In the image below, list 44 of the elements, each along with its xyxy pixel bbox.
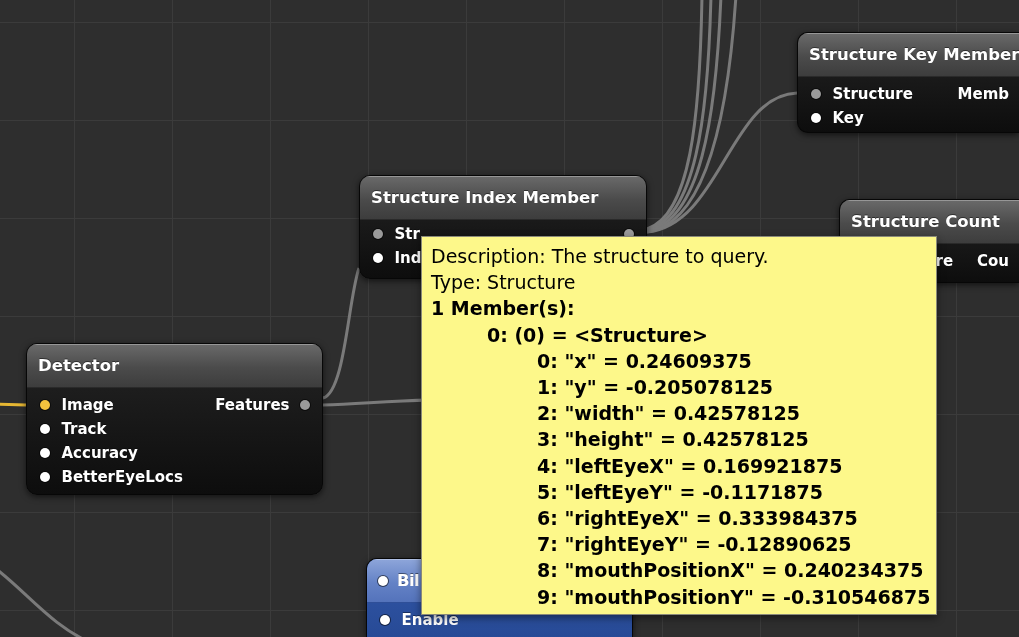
port-icon[interactable] (810, 113, 821, 123)
port-label: Track (61, 420, 107, 438)
port-label: Features (215, 396, 290, 414)
port-icon[interactable] (372, 253, 383, 263)
field-entry: 6: "rightEyeX" = 0.333984375 (537, 506, 858, 532)
field-entry: 7: "rightEyeY" = -0.12890625 (537, 532, 852, 558)
port-label: Image (61, 396, 114, 414)
port-label: Accuracy (61, 444, 138, 462)
port-label: Ind (394, 249, 422, 267)
field-entry: 4: "leftEyeX" = 0.169921875 (537, 453, 843, 479)
node-title: Structure Count (851, 212, 1000, 231)
port-icon[interactable] (810, 89, 821, 99)
port-icon[interactable] (299, 400, 310, 410)
field-entry: 3: "height" = 0.42578125 (537, 427, 809, 453)
port-label: Structure (832, 85, 913, 103)
node-title: Detector (38, 356, 120, 375)
port-icon[interactable] (39, 400, 50, 410)
node-title: Bil (397, 571, 420, 590)
connection-cable (0, 402, 27, 407)
port-label: BetterEyeLocs (61, 468, 183, 486)
member-entry: 0: (0) = <Structure> (487, 322, 708, 348)
field-entry: 9: "mouthPositionY" = -0.310546875 (537, 584, 931, 610)
members-heading: 1 Member(s): (431, 296, 575, 322)
port-label: Cou (977, 252, 1009, 270)
port-label: Memb (957, 85, 1009, 103)
node-title: Structure Key Member (809, 45, 1019, 64)
field-entry: 8: "mouthPositionX" = 0.240234375 (537, 558, 924, 584)
description-text: Description: The structure to query. (431, 244, 769, 269)
field-entry: 2: "width" = 0.42578125 (537, 401, 800, 427)
port-icon[interactable] (379, 615, 390, 625)
field-entry: 0: "x" = 0.24609375 (537, 348, 752, 374)
port-label: Enable (401, 611, 459, 629)
port-icon[interactable] (39, 424, 50, 434)
port-icon[interactable] (39, 472, 50, 482)
port-icon[interactable] (372, 229, 383, 239)
field-entry: 5: "leftEyeY" = -0.1171875 (537, 479, 823, 505)
port-icon[interactable] (39, 448, 50, 458)
port-label: Key (832, 109, 864, 127)
type-text: Type: Structure (431, 270, 576, 296)
port-label: Str (394, 225, 420, 243)
field-entry: 1: "y" = -0.205078125 (537, 375, 774, 400)
port-icon[interactable] (378, 575, 388, 586)
node-title: Structure Index Member (371, 188, 599, 207)
port-label: re (935, 252, 954, 270)
